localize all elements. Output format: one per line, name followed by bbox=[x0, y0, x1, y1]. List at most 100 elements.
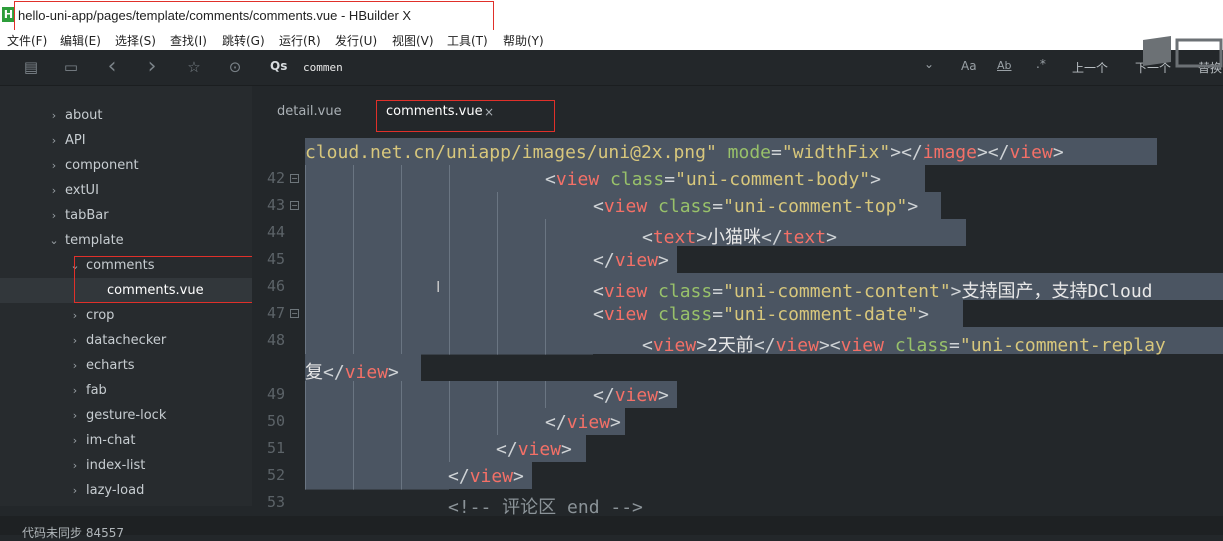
indent-guide bbox=[305, 192, 353, 220]
indent-guide bbox=[545, 246, 593, 274]
fold-icon[interactable]: − bbox=[290, 174, 299, 183]
sidebar-item-extui[interactable]: › extUI bbox=[0, 178, 252, 203]
find-previous-button[interactable]: 上一个 bbox=[1072, 59, 1108, 76]
sidebar-item-echarts[interactable]: › echarts bbox=[0, 353, 252, 378]
menu-item-9[interactable]: 帮助(Y) bbox=[503, 32, 544, 49]
indent-guide bbox=[353, 246, 401, 274]
chevron-down-icon[interactable]: ⌄ bbox=[924, 57, 934, 71]
sidebar-item-index-list[interactable]: › index-list bbox=[0, 453, 252, 478]
menu-item-6[interactable]: 发行(U) bbox=[335, 32, 377, 49]
text-cursor-icon: I bbox=[436, 278, 441, 296]
indent-guide bbox=[305, 273, 353, 301]
indent-guide bbox=[305, 219, 353, 247]
sidebar-item-lazy-load[interactable]: › lazy-load bbox=[0, 478, 252, 503]
indent-guide bbox=[401, 273, 449, 301]
indent-guide bbox=[353, 192, 401, 220]
indent-guide bbox=[449, 327, 497, 355]
code-token: = bbox=[949, 335, 960, 356]
code-token: class bbox=[658, 196, 713, 217]
menu-item-8[interactable]: 工具(T) bbox=[447, 32, 488, 49]
code-line[interactable]: 50 </view> bbox=[252, 408, 1223, 436]
indent-guide bbox=[353, 300, 401, 328]
new-file-icon[interactable]: ▤ bbox=[22, 58, 40, 76]
code-line[interactable]: 45 </view> bbox=[252, 246, 1223, 274]
code-token: 支持国产，支持DCloud bbox=[961, 281, 1153, 302]
code-line[interactable]: 47− <view class="uni-comment-date"> bbox=[252, 300, 1223, 328]
sidebar-item-component[interactable]: › component bbox=[0, 153, 252, 178]
code-line[interactable]: 53 <!-- 评论区 end --> bbox=[252, 489, 1223, 516]
code-token: > bbox=[658, 250, 669, 271]
code-token: view bbox=[614, 250, 659, 271]
code-token: text bbox=[652, 227, 697, 248]
code-token: 复 bbox=[305, 362, 323, 383]
chevron-right-icon: › bbox=[72, 434, 78, 447]
code-token: mode bbox=[727, 142, 772, 163]
back-icon[interactable]: ‹ bbox=[103, 56, 121, 78]
sidebar-item-crop[interactable]: › crop bbox=[0, 303, 252, 328]
code-line[interactable]: 48 <view>2天前</view><view class="uni-comme… bbox=[252, 327, 1223, 356]
search-input[interactable]: commen bbox=[303, 61, 903, 74]
run-icon[interactable]: ⊙ bbox=[226, 58, 244, 76]
indent-guide bbox=[401, 246, 449, 274]
code-line[interactable]: 44 <text>小猫咪</text> bbox=[252, 219, 1223, 248]
code-token: text bbox=[782, 227, 827, 248]
search-icon[interactable]: Qs bbox=[270, 59, 287, 73]
sidebar-item-fab[interactable]: › fab bbox=[0, 378, 252, 403]
menu-item-2[interactable]: 选择(S) bbox=[115, 32, 156, 49]
menu-item-3[interactable]: 查找(I) bbox=[170, 32, 207, 49]
tab-detail-vue[interactable]: detail.vue bbox=[277, 104, 342, 119]
fold-icon[interactable]: − bbox=[290, 201, 299, 210]
code-line[interactable]: 复</view> bbox=[252, 354, 1223, 383]
code-token: </ bbox=[496, 439, 518, 460]
forward-icon[interactable]: › bbox=[143, 56, 161, 78]
code-editor: detail.vue comments.vue × cloud.net.cn/u… bbox=[252, 86, 1223, 516]
code-line[interactable]: 46 <view class="uni-comment-content">支持国产… bbox=[252, 273, 1223, 302]
chevron-right-icon: › bbox=[72, 484, 78, 497]
code-line[interactable]: 49 </view> bbox=[252, 381, 1223, 409]
indent-guide bbox=[449, 381, 497, 409]
indent-guide bbox=[449, 273, 497, 301]
regex-toggle[interactable]: .* bbox=[1036, 57, 1046, 71]
code-line[interactable]: 52 </view> bbox=[252, 462, 1223, 490]
sidebar-item-tabbar[interactable]: › tabBar bbox=[0, 203, 252, 228]
code-text: </view> bbox=[496, 439, 572, 460]
indent-guide bbox=[353, 273, 401, 301]
bookmark-star-icon[interactable]: ☆ bbox=[185, 58, 203, 76]
code-line[interactable]: 42− <view class="uni-comment-body"> bbox=[252, 165, 1223, 193]
code-token: < bbox=[593, 281, 604, 302]
whole-word-toggle[interactable]: Ab bbox=[997, 59, 1012, 72]
menu-item-0[interactable]: 文件(F) bbox=[7, 32, 47, 49]
title-highlight-box bbox=[14, 1, 494, 32]
code-token: > bbox=[950, 281, 962, 302]
menu-item-5[interactable]: 运行(R) bbox=[279, 32, 321, 49]
sidebar-highlight-box bbox=[74, 256, 258, 303]
code-text: </view> bbox=[448, 466, 524, 487]
sidebar-item-datachecker[interactable]: › datachecker bbox=[0, 328, 252, 353]
code-token: > bbox=[658, 385, 669, 406]
chevron-right-icon: › bbox=[72, 459, 78, 472]
code-line[interactable]: cloud.net.cn/uniapp/images/uni@2x.png" m… bbox=[252, 138, 1223, 165]
code-token: 小猫咪 bbox=[707, 227, 762, 248]
sidebar-item-api[interactable]: › API bbox=[0, 128, 252, 153]
chevron-right-icon: › bbox=[72, 359, 78, 372]
fold-icon[interactable]: − bbox=[290, 309, 299, 318]
sidebar-item-im-chat[interactable]: › im-chat bbox=[0, 428, 252, 453]
menu-item-4[interactable]: 跳转(G) bbox=[222, 32, 265, 49]
code-line[interactable]: 51 </view> bbox=[252, 435, 1223, 463]
save-icon[interactable]: ▭ bbox=[62, 58, 80, 76]
code-token: view bbox=[840, 335, 884, 356]
sidebar-item-template[interactable]: ⌄ template bbox=[0, 228, 252, 253]
menu-item-7[interactable]: 视图(V) bbox=[392, 32, 434, 49]
code-area[interactable]: cloud.net.cn/uniapp/images/uni@2x.png" m… bbox=[252, 138, 1223, 516]
sidebar-item-gesture-lock[interactable]: › gesture-lock bbox=[0, 403, 252, 428]
indent-guide bbox=[353, 435, 401, 463]
sidebar-item-about[interactable]: › about bbox=[0, 103, 252, 128]
indent-guide bbox=[545, 327, 593, 355]
menu-item-1[interactable]: 编辑(E) bbox=[60, 32, 101, 49]
chevron-right-icon: › bbox=[72, 384, 78, 397]
match-case-toggle[interactable]: Aa bbox=[961, 59, 977, 73]
sidebar-item-label: gesture-lock bbox=[86, 408, 167, 423]
code-line[interactable]: 43− <view class="uni-comment-top"> bbox=[252, 192, 1223, 220]
